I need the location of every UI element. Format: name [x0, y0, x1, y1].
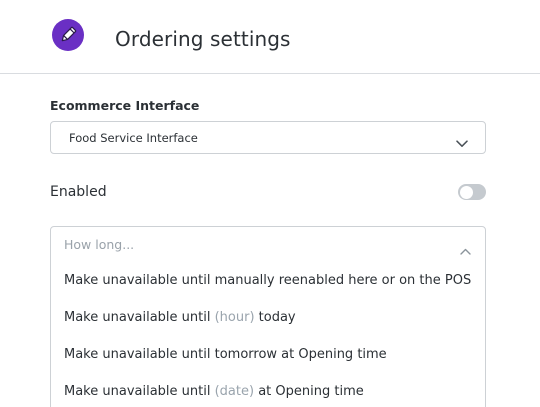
option-until-hour-today[interactable]: Make unavailable until (hour) today — [64, 310, 296, 325]
toggle-knob — [459, 185, 473, 199]
option-text: Make unavailable until manually reenable… — [64, 273, 472, 288]
how-long-dropdown[interactable]: How long... Make unavailable until manua… — [50, 226, 486, 407]
pencil-icon — [52, 19, 84, 51]
hour-placeholder: (hour) — [214, 310, 255, 325]
option-tomorrow-opening[interactable]: Make unavailable until tomorrow at Openi… — [64, 347, 387, 362]
option-manually-reenabled[interactable]: Make unavailable until manually reenable… — [64, 273, 471, 288]
chevron-down-icon — [456, 133, 468, 152]
ecommerce-interface-select[interactable]: Food Service Interface — [50, 121, 486, 154]
date-placeholder: (date) — [214, 384, 255, 399]
ecommerce-interface-value: Food Service Interface — [69, 131, 198, 145]
option-until-date-opening[interactable]: Make unavailable until (date) at Opening… — [64, 384, 364, 399]
option-text: Make unavailable until — [64, 310, 215, 325]
how-long-placeholder: How long... — [64, 237, 135, 252]
option-text: Make unavailable until — [64, 384, 215, 399]
ecommerce-interface-label: Ecommerce Interface — [50, 98, 200, 113]
option-text-suffix: today — [254, 310, 296, 325]
page-header: Ordering settings — [0, 0, 540, 74]
enabled-label: Enabled — [50, 184, 107, 200]
option-text-suffix: at Opening time — [254, 384, 364, 399]
enabled-toggle[interactable] — [458, 184, 486, 200]
page-title: Ordering settings — [115, 27, 291, 51]
option-text: Make unavailable until tomorrow at Openi… — [64, 347, 387, 362]
chevron-up-icon[interactable] — [460, 240, 471, 259]
